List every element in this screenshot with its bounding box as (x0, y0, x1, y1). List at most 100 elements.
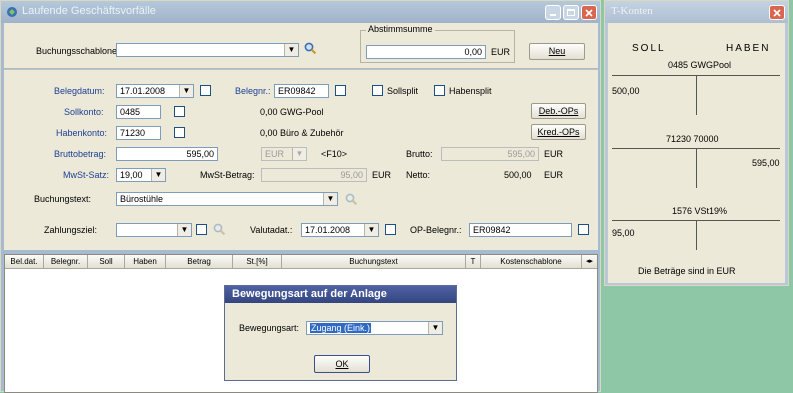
mwst-satz-select[interactable]: 19,00 ▼ (116, 168, 166, 182)
t-account-name: 71230 70000 (666, 134, 719, 144)
table-scroll-arrows[interactable]: ◂▸ (582, 255, 597, 268)
zahlungsziel-checkbox[interactable] (196, 224, 207, 235)
buchungstext-select[interactable]: Bürostühle ▼ (116, 192, 338, 206)
chevron-down-icon[interactable]: ▼ (428, 322, 442, 334)
t-account-name: 0485 GWGPool (668, 60, 732, 70)
tkonten-panel: SOLL HABEN 0485 GWGPool 500,00 71230 700… (608, 23, 785, 283)
chevron-down-icon[interactable]: ▼ (151, 169, 165, 181)
sollkonto-field[interactable]: 0485 (116, 105, 161, 119)
maximize-icon (567, 9, 575, 16)
op-belegnr-field[interactable]: ER09842 (469, 223, 572, 237)
t-account-name: 1576 VSt19% (672, 206, 728, 216)
maximize-button[interactable] (563, 5, 579, 20)
search-icon[interactable] (303, 41, 317, 55)
op-belegnr-label: OP-Belegnr.: (410, 225, 462, 235)
chevron-down-icon[interactable]: ▼ (179, 85, 193, 97)
zahlungsziel-select[interactable]: ▼ (116, 223, 192, 237)
t-account-soll-value: 95,00 (612, 228, 635, 238)
buchungsschablone-label: Buchungsschablone: (36, 46, 120, 56)
netto-label: Netto: (406, 170, 431, 180)
haben-header: HABEN (726, 43, 771, 54)
search-icon[interactable] (212, 222, 226, 236)
sollkonto-info: 0,00 GWG-Pool (260, 107, 324, 117)
booking-form: Belegdatum: 17.01.2008 ▼ Belegnr.: ER098… (4, 69, 598, 250)
chevron-down-icon[interactable]: ▼ (292, 148, 306, 160)
column-header[interactable]: Haben (125, 255, 166, 268)
habenkonto-label: Habenkonto: (56, 128, 108, 138)
valutadat-field[interactable]: 17.01.2008 ▼ (301, 223, 379, 237)
minimize-button[interactable] (545, 5, 561, 20)
habenkonto-info: 0,00 Büro & Zubehör (260, 128, 344, 138)
column-header[interactable]: Buchungstext (282, 255, 466, 268)
belegnr-label: Belegnr.: (235, 86, 271, 96)
mwst-betrag-field: 95,00 (261, 168, 367, 182)
f10-hint: <F10> (321, 149, 348, 159)
chevron-down-icon[interactable]: ▼ (364, 224, 378, 236)
bruttobetrag-field[interactable]: 595,00 (116, 147, 218, 161)
table-header: Bel.dat. Belegnr. Soll Haben Betrag St.[… (5, 255, 597, 269)
search-icon[interactable] (344, 192, 358, 206)
soll-header: SOLL (632, 43, 666, 54)
tkonten-title: T-Konten (611, 5, 653, 17)
chevron-down-icon[interactable]: ▼ (284, 44, 298, 56)
chevron-down-icon[interactable]: ▼ (177, 224, 191, 236)
column-header[interactable]: Kostenschablone (481, 255, 582, 268)
dialog-titlebar[interactable]: Bewegungsart auf der Anlage (225, 286, 456, 303)
mwst-betrag-label: MwSt-Betrag: (200, 170, 255, 180)
currency-select[interactable]: EUR ▼ (261, 147, 307, 161)
ok-button[interactable]: OK (314, 355, 370, 373)
belegdatum-checkbox[interactable] (200, 85, 211, 96)
belegdatum-field[interactable]: 17.01.2008 ▼ (116, 84, 194, 98)
t-account-soll-value: 500,00 (612, 86, 640, 96)
brutto-field: 595,00 (441, 147, 539, 161)
mwst-satz-label: MwSt-Satz: (63, 170, 110, 180)
buchungsschablone-select[interactable]: ▼ (116, 43, 299, 57)
belegnr-checkbox[interactable] (335, 85, 346, 96)
bruttobetrag-label: Bruttobetrag: (54, 149, 107, 159)
mwst-betrag-currency: EUR (372, 170, 392, 180)
habenkonto-checkbox[interactable] (174, 127, 185, 138)
app-icon (6, 6, 18, 18)
habensplit-label: Habensplit (449, 86, 492, 96)
close-button[interactable] (769, 5, 785, 20)
t-account-vline (696, 148, 697, 188)
chevron-down-icon[interactable]: ▼ (323, 193, 337, 205)
t-account-haben-value: 595,00 (752, 158, 780, 168)
column-header[interactable]: Bel.dat. (5, 255, 44, 268)
column-header[interactable]: Soll (88, 255, 125, 268)
close-button[interactable] (581, 5, 597, 20)
sollsplit-checkbox[interactable] (372, 85, 383, 96)
belegdatum-label: Belegdatum: (54, 86, 105, 96)
valutadat-checkbox[interactable] (385, 224, 396, 235)
sollkonto-checkbox[interactable] (174, 106, 185, 117)
netto-currency: EUR (544, 170, 564, 180)
tkonten-titlebar[interactable]: T-Konten (605, 1, 788, 23)
kred-ops-button[interactable]: Kred.-OPs (531, 124, 586, 140)
sollkonto-label: Sollkonto: (64, 107, 104, 117)
main-window: Laufende Geschäftsvorfälle Buchungsschab… (0, 0, 601, 393)
column-header[interactable]: T (466, 255, 481, 268)
template-panel: Buchungsschablone: ▼ Abstimmsumme 0,00 E… (4, 23, 598, 68)
op-belegnr-checkbox[interactable] (578, 224, 589, 235)
close-icon (585, 9, 593, 17)
minimize-icon (550, 14, 556, 16)
abstimmsumme-field[interactable]: 0,00 (366, 45, 486, 59)
tkonten-footer: Die Beträge sind in EUR (638, 266, 736, 276)
belegnr-field[interactable]: ER09842 (274, 84, 329, 98)
habensplit-checkbox[interactable] (434, 85, 445, 96)
deb-ops-button[interactable]: Deb.-OPs (531, 103, 586, 119)
bewegungsart-select[interactable]: Zugang (Eink.) ▼ (306, 321, 443, 335)
habenkonto-field[interactable]: 71230 (116, 126, 161, 140)
main-window-titlebar[interactable]: Laufende Geschäftsvorfälle (1, 1, 600, 23)
chevron-right-icon[interactable]: ▸ (590, 258, 594, 265)
abstimmsumme-currency: EUR (491, 47, 511, 57)
column-header[interactable]: St.[%] (233, 255, 282, 268)
bewegungsart-dialog: Bewegungsart auf der Anlage Bewegungsart… (224, 285, 457, 381)
zahlungsziel-label: Zahlungsziel: (44, 225, 98, 235)
column-header[interactable]: Belegnr. (44, 255, 88, 268)
t-account-vline (696, 75, 697, 115)
sollsplit-label: Sollsplit (387, 86, 419, 96)
neu-button[interactable]: Neu (529, 43, 585, 60)
column-header[interactable]: Betrag (166, 255, 233, 268)
main-window-title: Laufende Geschäftsvorfälle (22, 5, 156, 17)
